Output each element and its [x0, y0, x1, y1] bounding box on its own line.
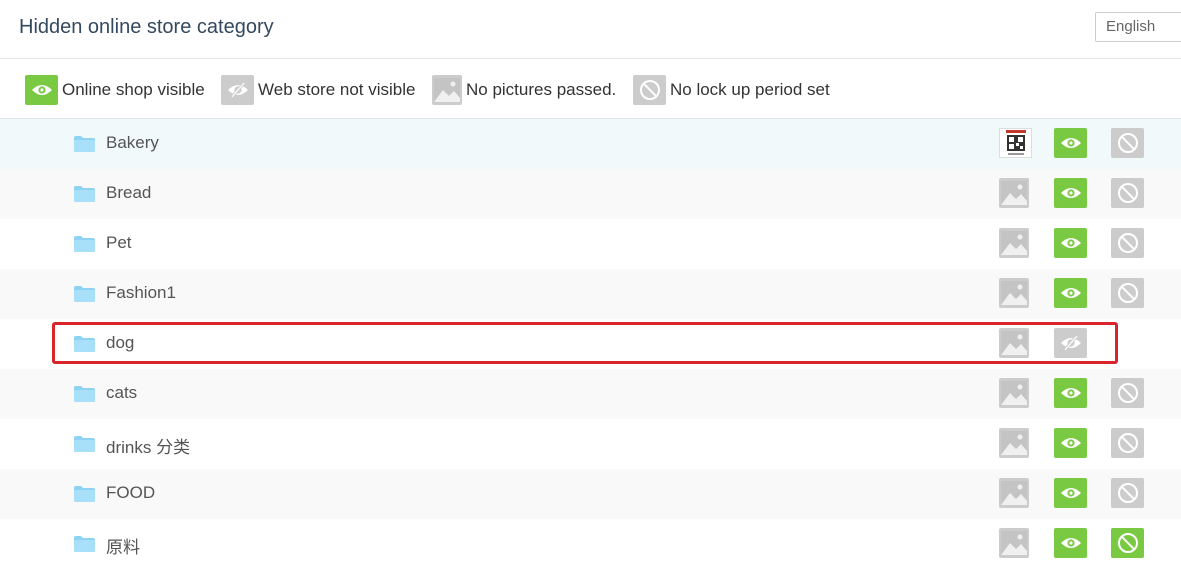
eye-icon — [1054, 478, 1087, 508]
image-icon — [999, 378, 1029, 408]
category-name[interactable]: 原料 — [106, 533, 140, 558]
category-image-placeholder[interactable] — [999, 228, 1029, 258]
folder-icon — [74, 286, 95, 302]
no-lock-icon — [1111, 178, 1144, 208]
lock-period-button[interactable] — [1111, 178, 1144, 208]
folder-icon — [74, 386, 95, 402]
lock-period-button[interactable] — [1111, 528, 1144, 558]
category-row[interactable]: Bread — [0, 169, 1181, 219]
category-row[interactable]: cats — [0, 369, 1181, 419]
legend-not-visible: Web store not visible — [221, 75, 415, 105]
visibility-toggle[interactable] — [1054, 278, 1087, 308]
category-row[interactable]: Bakery — [0, 119, 1181, 169]
no-lock-icon — [1111, 278, 1144, 308]
no-lock-icon — [1111, 528, 1144, 558]
no-lock-icon — [1111, 228, 1144, 258]
category-image-placeholder[interactable] — [999, 178, 1029, 208]
eye-slash-icon — [1054, 328, 1087, 358]
eye-icon — [1054, 378, 1087, 408]
eye-icon — [1054, 428, 1087, 458]
category-name[interactable]: cats — [106, 383, 137, 403]
image-icon — [999, 328, 1029, 358]
image-icon — [999, 528, 1029, 558]
image-icon — [999, 228, 1029, 258]
legend-label: No pictures passed. — [466, 80, 617, 99]
category-name[interactable]: drinks 分类 — [106, 433, 190, 458]
qr-code-icon — [999, 128, 1032, 158]
category-image-placeholder[interactable] — [999, 378, 1029, 408]
lock-period-button[interactable] — [1111, 478, 1144, 508]
folder-icon — [74, 486, 95, 502]
visibility-toggle[interactable] — [1054, 128, 1087, 158]
no-lock-icon — [1111, 128, 1144, 158]
image-icon — [432, 75, 462, 105]
lock-period-button[interactable] — [1111, 278, 1144, 308]
category-row[interactable]: Pet — [0, 219, 1181, 269]
eye-icon — [1054, 278, 1087, 308]
legend-bar: Online shop visible Web store not visibl… — [0, 59, 1181, 119]
legend-label: Online shop visible — [62, 80, 205, 99]
visibility-toggle[interactable] — [1054, 228, 1087, 258]
category-name[interactable]: Bakery — [106, 133, 159, 153]
no-lock-icon — [633, 75, 666, 105]
folder-icon — [74, 436, 95, 452]
eye-icon — [1054, 128, 1087, 158]
no-lock-icon — [1111, 378, 1144, 408]
eye-icon — [1054, 528, 1087, 558]
lock-period-button[interactable] — [1111, 128, 1144, 158]
no-lock-icon — [1111, 428, 1144, 458]
legend-no-pictures: No pictures passed. — [432, 75, 616, 105]
category-image-placeholder[interactable] — [999, 528, 1029, 558]
category-name[interactable]: Bread — [106, 183, 151, 203]
category-image-placeholder[interactable] — [999, 428, 1029, 458]
folder-icon — [74, 336, 95, 352]
category-image-thumbnail[interactable] — [999, 128, 1032, 158]
lock-period-button[interactable] — [1111, 428, 1144, 458]
eye-slash-icon — [221, 75, 254, 105]
legend-online-visible: Online shop visible — [25, 75, 205, 105]
page-title: Hidden online store category — [19, 16, 274, 38]
language-select[interactable]: English — [1095, 12, 1181, 42]
eye-icon — [25, 75, 58, 105]
visibility-toggle[interactable] — [1054, 178, 1087, 208]
folder-icon — [74, 136, 95, 152]
legend-no-lock: No lock up period set — [633, 75, 830, 105]
category-image-placeholder[interactable] — [999, 278, 1029, 308]
category-name[interactable]: dog — [106, 333, 134, 353]
category-row[interactable]: drinks 分类 — [0, 419, 1181, 469]
category-row-hidden[interactable]: dog — [0, 319, 1181, 369]
image-icon — [999, 178, 1029, 208]
image-icon — [999, 478, 1029, 508]
category-name[interactable]: Pet — [106, 233, 132, 253]
visibility-toggle[interactable] — [1054, 378, 1087, 408]
folder-icon — [74, 186, 95, 202]
eye-icon — [1054, 228, 1087, 258]
header-bar: Hidden online store category English — [0, 0, 1181, 59]
category-image-placeholder[interactable] — [999, 478, 1029, 508]
category-row[interactable]: 原料 — [0, 519, 1181, 565]
folder-icon — [74, 536, 95, 552]
visibility-toggle[interactable] — [1054, 428, 1087, 458]
lock-period-button[interactable] — [1111, 228, 1144, 258]
category-name[interactable]: FOOD — [106, 483, 155, 503]
category-row[interactable]: FOOD — [0, 469, 1181, 519]
folder-icon — [74, 236, 95, 252]
image-icon — [999, 278, 1029, 308]
lock-period-button[interactable] — [1111, 378, 1144, 408]
visibility-toggle[interactable] — [1054, 478, 1087, 508]
visibility-toggle[interactable] — [1054, 328, 1087, 358]
image-icon — [999, 428, 1029, 458]
visibility-toggle[interactable] — [1054, 528, 1087, 558]
legend-label: Web store not visible — [258, 80, 416, 99]
category-image-placeholder[interactable] — [999, 328, 1029, 358]
legend-label: No lock up period set — [670, 80, 830, 99]
category-name[interactable]: Fashion1 — [106, 283, 176, 303]
eye-icon — [1054, 178, 1087, 208]
category-row[interactable]: Fashion1 — [0, 269, 1181, 319]
no-lock-icon — [1111, 478, 1144, 508]
category-list: Bakery Bread Pet Fashion1 dog cats drink… — [0, 119, 1181, 565]
